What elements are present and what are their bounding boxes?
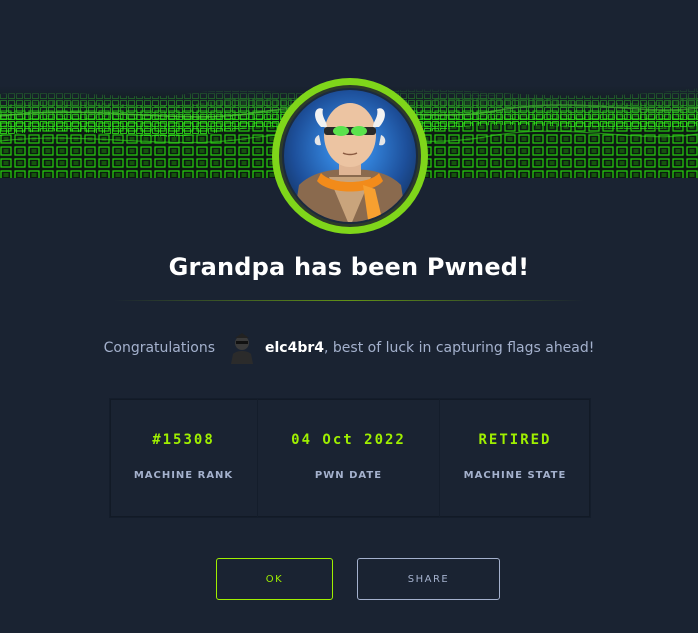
machine-rank-label: MACHINE RANK (133, 470, 234, 481)
machine-avatar (271, 77, 429, 235)
pwn-date-value: 04 Oct 2022 (291, 432, 406, 448)
user-avatar (227, 332, 257, 364)
stats-panel: #15308 MACHINE RANK 04 Oct 2022 PWN DATE… (109, 398, 591, 518)
title-divider (114, 300, 584, 301)
congrats-suffix: , best of luck in capturing flags ahead! (324, 340, 595, 356)
congrats-prefix: Congratulations (103, 340, 215, 356)
share-button[interactable]: SHARE (357, 558, 500, 600)
stat-machine-rank: #15308 MACHINE RANK (110, 399, 258, 517)
ok-button[interactable]: OK (216, 558, 333, 600)
grandpa-avatar-icon (272, 78, 428, 234)
machine-state-value: RETIRED (478, 432, 552, 448)
congratulations-message: Congratulations elc4br4 , best of luck i… (0, 331, 698, 365)
pwned-dialog: Grandpa has been Pwned! Congratulations … (0, 0, 698, 633)
stat-pwn-date: 04 Oct 2022 PWN DATE (258, 399, 440, 517)
username[interactable]: elc4br4 (265, 340, 324, 356)
pwn-date-label: PWN DATE (314, 470, 383, 481)
page-title: Grandpa has been Pwned! (168, 253, 530, 281)
stat-machine-state: RETIRED MACHINE STATE (440, 399, 590, 517)
user-avatar-icon (227, 332, 257, 364)
machine-rank-value: #15308 (152, 432, 215, 448)
machine-state-label: MACHINE STATE (463, 470, 567, 481)
